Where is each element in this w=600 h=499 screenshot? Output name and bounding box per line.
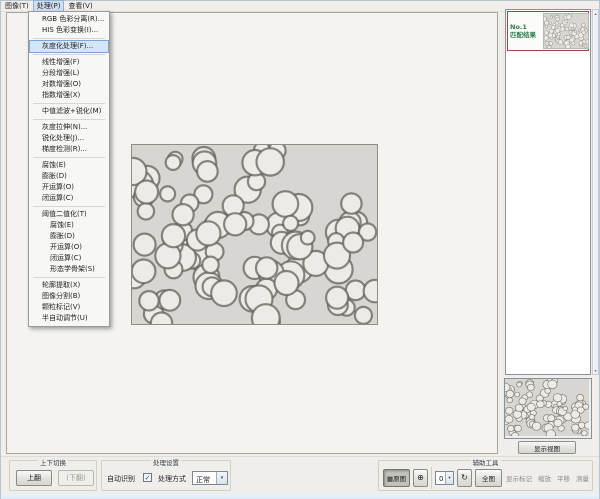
- process-group-label: 处理设置: [151, 457, 181, 467]
- menu-separator: [33, 277, 105, 278]
- menu-item[interactable]: 轮廓提取(X): [30, 280, 108, 291]
- view-mode-label-3[interactable]: 测量: [576, 473, 589, 483]
- original-image-toggle[interactable]: ▦原图: [383, 469, 410, 487]
- chevron-down-icon[interactable]: ▾: [216, 472, 227, 484]
- result-item-status: 匹配结果: [510, 31, 544, 39]
- menu-separator: [33, 103, 105, 104]
- menu-separator: [33, 54, 105, 55]
- result-list[interactable]: No.1 匹配结果: [505, 9, 591, 375]
- menu-item[interactable]: 图像分割(B): [30, 291, 108, 302]
- menu-item[interactable]: 开运算(O): [30, 182, 108, 193]
- menu-item[interactable]: 对数增强(O): [30, 79, 108, 90]
- process-menu-popup: RGB 色彩分离(R)...HIS 色彩变换(I)... 灰度化处理(F)... 线…: [28, 11, 110, 327]
- original-image-toggle-label: 原图: [393, 475, 406, 483]
- menu-item[interactable]: 形态学骨架(S): [30, 264, 108, 275]
- menu-item[interactable]: 锐化处理(J)...: [30, 133, 108, 144]
- menu-item[interactable]: 半自动调节(U): [30, 313, 108, 324]
- result-item-index: No.1: [510, 23, 544, 31]
- menu-item[interactable]: 分段增强(L): [30, 68, 108, 79]
- process-settings-row: 自动识别 ✓ 处理方式 正常 ▾: [102, 471, 230, 485]
- auto-detect-checkbox[interactable]: ✓: [143, 473, 152, 482]
- view-mode-label-2[interactable]: 平移: [557, 473, 570, 483]
- refresh-icon: ↻: [461, 473, 468, 482]
- result-item-text: No.1 匹配结果: [508, 23, 544, 39]
- list-scrollbar[interactable]: ▴ ▾: [592, 9, 599, 375]
- mode-label: 处理方式: [158, 474, 186, 484]
- menu-item[interactable]: RGB 色彩分离(R)...: [30, 14, 108, 25]
- menu-item[interactable]: 腐蚀(E): [30, 220, 108, 231]
- view-mode-label-0[interactable]: 显示标记: [506, 473, 532, 483]
- menu-item[interactable]: 梯度检测(R)...: [30, 144, 108, 155]
- menu-item[interactable]: 闭运算(C): [30, 253, 108, 264]
- specimen-image: [132, 145, 377, 324]
- zoom-in-icon: ⊕: [417, 473, 424, 482]
- refresh-button[interactable]: ↻: [457, 469, 472, 487]
- menu-item[interactable]: 中值滤波+锐化(M): [30, 106, 108, 117]
- chevron-down-icon[interactable]: ▾: [445, 472, 453, 484]
- menu-item[interactable]: 膨胀(D): [30, 171, 108, 182]
- menu-separator: [33, 119, 105, 120]
- prev-image-button[interactable]: 上翻: [16, 470, 52, 486]
- app-window: 图像(T) 处理(P) 查看(V) RGB 色彩分离(R)...HIS 色彩变换…: [0, 0, 600, 499]
- window-frame-bottom: [1, 493, 599, 499]
- scroll-down-icon[interactable]: ▾: [593, 368, 598, 373]
- result-list-item-selected[interactable]: No.1 匹配结果: [507, 11, 589, 51]
- menu-item[interactable]: 开运算(O): [30, 242, 108, 253]
- menu-item[interactable]: 指数增强(X): [30, 90, 108, 101]
- scroll-up-icon[interactable]: ▴: [593, 11, 598, 16]
- auto-detect-label: 自动识别: [107, 474, 135, 484]
- menu-item[interactable]: 腐蚀(E): [30, 160, 108, 171]
- menu-item[interactable]: 闭运算(C): [30, 193, 108, 204]
- view-mode-label-1[interactable]: 缩放: [538, 473, 551, 483]
- menu-item[interactable]: HIS 色彩变换(I)...: [30, 25, 108, 36]
- nav-group: 上下切换 上翻 (下翻): [9, 460, 97, 491]
- aux-group-label: 辅助工具: [471, 457, 501, 467]
- result-item-thumbnail: [544, 14, 588, 48]
- preview-thumbnail[interactable]: [505, 379, 591, 438]
- menu-item[interactable]: 灰度化处理(F)...: [30, 41, 108, 52]
- toolbar-divider: [431, 467, 432, 489]
- bottom-toolbar: 上下切换 上翻 (下翻) 处理设置 自动识别 ✓ 处理方式 正常 ▾ 开始处理 …: [1, 456, 599, 493]
- view-mode-labels: 显示标记缩放平移测量: [506, 473, 589, 483]
- menu-separator: [33, 38, 105, 39]
- mode-select[interactable]: 正常 ▾: [192, 471, 228, 485]
- menu-item[interactable]: 颗粒标记(V): [30, 302, 108, 313]
- zoom-level-spinner[interactable]: 0 ▾: [435, 471, 454, 485]
- zoom-in-button[interactable]: ⊕: [413, 469, 428, 487]
- menu-item[interactable]: 阈值二值化(T): [30, 209, 108, 220]
- next-image-button[interactable]: (下翻): [58, 470, 94, 486]
- menu-item[interactable]: 线性增强(F): [30, 57, 108, 68]
- aux-tools-group: 辅助工具 ▦原图 ⊕ 0 ▾ ↻ 全图 显示标记缩放平移测量: [378, 460, 593, 491]
- process-settings-group: 处理设置 自动识别 ✓ 处理方式 正常 ▾: [101, 460, 231, 491]
- menu-item[interactable]: 膨胀(D): [30, 231, 108, 242]
- menu-separator: [33, 157, 105, 158]
- mode-select-value: 正常: [196, 475, 210, 485]
- menu-item[interactable]: 灰度拉伸(N)...: [30, 122, 108, 133]
- zoom-level-value: 0: [439, 475, 443, 483]
- nav-group-label: 上下切换: [38, 457, 68, 467]
- fit-view-button[interactable]: 全图: [475, 469, 502, 487]
- show-view-button[interactable]: 显示视图: [518, 441, 576, 454]
- menu-separator: [33, 206, 105, 207]
